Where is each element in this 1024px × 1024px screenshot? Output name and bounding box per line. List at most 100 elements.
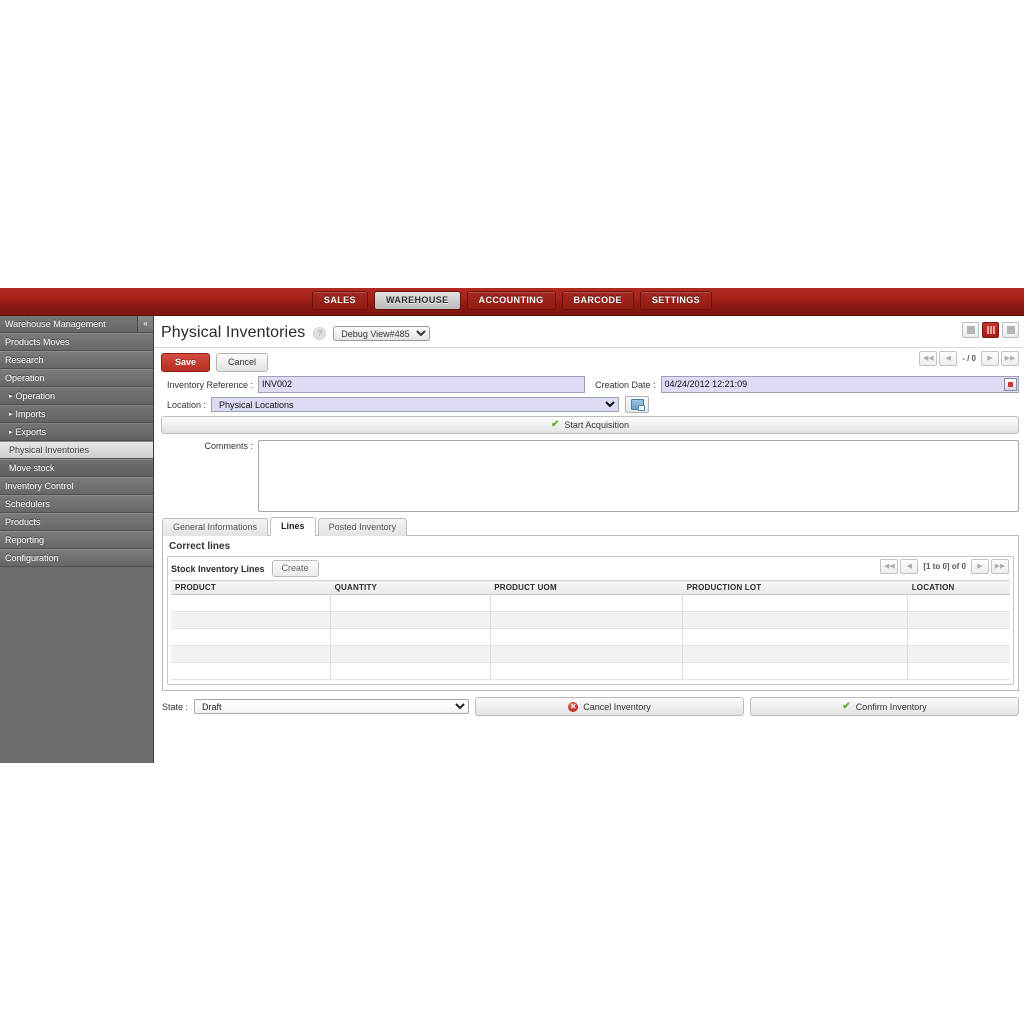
page-header: Physical Inventories ? Debug View#485 [154, 316, 1024, 348]
inventory-reference-input[interactable] [258, 376, 585, 393]
comments-textarea[interactable] [258, 440, 1019, 512]
cell-product-uom[interactable] [490, 629, 682, 646]
column-header-quantity[interactable]: QUANTITY [331, 581, 491, 595]
pager-last-button[interactable]: ▶▶ [1001, 351, 1019, 366]
cancel-inventory-label: Cancel Inventory [583, 702, 651, 712]
sidebar-item-products-moves[interactable]: Products Moves [0, 333, 153, 351]
sidebar-item-physical-inventories[interactable]: Physical Inventories [0, 441, 153, 459]
top-menu-item-sales[interactable]: SALES [312, 291, 368, 310]
cell-product-uom[interactable] [490, 646, 682, 663]
open-location-resource-button[interactable] [625, 396, 649, 413]
sidebar-item-operation-sub[interactable]: ▸Operation [0, 387, 153, 405]
cell-quantity[interactable] [331, 629, 491, 646]
cell-product[interactable] [171, 595, 331, 612]
cell-product[interactable] [171, 629, 331, 646]
main-content: Physical Inventories ? Debug View#485 Sa… [154, 316, 1024, 737]
cell-product[interactable] [171, 612, 331, 629]
column-header-production-lot[interactable]: PRODUCTION LOT [683, 581, 908, 595]
table-row[interactable] [171, 612, 1010, 629]
cancel-inventory-button[interactable]: ✕ Cancel Inventory [475, 697, 744, 716]
top-menu-item-warehouse[interactable]: WAREHOUSE [374, 291, 461, 310]
triangle-right-icon: ▸ [9, 429, 13, 436]
cell-product-uom[interactable] [490, 612, 682, 629]
lines-pager-last-button[interactable]: ▶▶ [991, 559, 1009, 574]
cell-location[interactable] [908, 595, 1010, 612]
kanban-view-button[interactable] [1002, 322, 1019, 338]
sidebar-item-operation[interactable]: Operation [0, 369, 153, 387]
cell-production-lot[interactable] [683, 646, 908, 663]
body-container: Warehouse Management « Products Moves Re… [0, 316, 1024, 737]
cancel-button[interactable]: Cancel [216, 353, 268, 372]
column-header-product-uom[interactable]: PRODUCT UOM [490, 581, 682, 595]
table-row[interactable] [171, 629, 1010, 646]
cell-product[interactable] [171, 646, 331, 663]
location-label: Location : [161, 400, 211, 410]
lines-pager-next-button[interactable]: ▶ [971, 559, 989, 574]
tab-posted-inventory[interactable]: Posted Inventory [318, 518, 408, 536]
sidebar-header: Warehouse Management « [0, 316, 153, 333]
sidebar-item-imports[interactable]: ▸Imports [0, 405, 153, 423]
sidebar-item-reporting[interactable]: Reporting [0, 531, 153, 549]
state-select[interactable]: Draft [194, 699, 469, 714]
location-select[interactable]: Physical Locations [211, 397, 619, 412]
sidebar-item-products[interactable]: Products [0, 513, 153, 531]
sidebar-header-label: Warehouse Management [0, 316, 138, 332]
cell-production-lot[interactable] [683, 612, 908, 629]
sidebar-item-exports[interactable]: ▸Exports [0, 423, 153, 441]
calendar-glyph [1008, 382, 1013, 387]
lines-pager: ◀◀ ◀ [1 to 0] of 0 ▶ ▶▶ [880, 559, 1009, 574]
sidebar-item-research[interactable]: Research [0, 351, 153, 369]
lines-pager-prev-button[interactable]: ◀ [900, 559, 918, 574]
table-row[interactable] [171, 646, 1010, 663]
top-menu-item-barcode[interactable]: BARCODE [562, 291, 634, 310]
cell-product[interactable] [171, 663, 331, 680]
save-button[interactable]: Save [161, 353, 210, 372]
table-row[interactable] [171, 595, 1010, 612]
tab-general-informations[interactable]: General Informations [162, 518, 268, 536]
pager-next-button[interactable]: ▶ [981, 351, 999, 366]
create-line-button[interactable]: Create [272, 560, 319, 577]
cell-location[interactable] [908, 663, 1010, 680]
table-row[interactable] [171, 663, 1010, 680]
stock-inventory-lines-header: Stock Inventory Lines Create ◀◀ ◀ [1 to … [171, 560, 1010, 580]
cell-quantity[interactable] [331, 646, 491, 663]
start-acquisition-button[interactable]: ✔ Start Acquisition [161, 416, 1019, 434]
column-header-product[interactable]: PRODUCT [171, 581, 331, 595]
tab-lines[interactable]: Lines [270, 517, 316, 536]
lines-pager-label: [1 to 0] of 0 [920, 562, 969, 571]
list-view-button[interactable] [962, 322, 979, 338]
cell-product-uom[interactable] [490, 595, 682, 612]
cell-location[interactable] [908, 629, 1010, 646]
sidebar-item-move-stock[interactable]: Move stock [0, 459, 153, 477]
list-view-icon [967, 326, 975, 334]
table-header-row: PRODUCT QUANTITY PRODUCT UOM PRODUCTION … [171, 581, 1010, 595]
form-view-button[interactable] [982, 322, 999, 338]
pager-prev-button[interactable]: ◀ [939, 351, 957, 366]
lines-pager-first-button[interactable]: ◀◀ [880, 559, 898, 574]
cell-production-lot[interactable] [683, 595, 908, 612]
cell-production-lot[interactable] [683, 663, 908, 680]
cell-quantity[interactable] [331, 612, 491, 629]
sidebar-collapse-icon[interactable]: « [138, 316, 153, 332]
check-icon: ✔ [842, 702, 850, 712]
sidebar-item-configuration[interactable]: Configuration [0, 549, 153, 567]
top-menu-item-accounting[interactable]: ACCOUNTING [467, 291, 556, 310]
cell-location[interactable] [908, 646, 1010, 663]
cell-location[interactable] [908, 612, 1010, 629]
calendar-icon[interactable] [1004, 378, 1017, 391]
cell-quantity[interactable] [331, 663, 491, 680]
debug-view-select[interactable]: Debug View#485 [333, 326, 430, 341]
cell-product-uom[interactable] [490, 663, 682, 680]
column-header-location[interactable]: LOCATION [908, 581, 1010, 595]
sidebar-item-schedulers[interactable]: Schedulers [0, 495, 153, 513]
table-body [171, 595, 1010, 680]
pager-first-button[interactable]: ◀◀ [919, 351, 937, 366]
cell-quantity[interactable] [331, 595, 491, 612]
help-icon[interactable]: ? [313, 327, 326, 340]
sidebar-item-label: Imports [16, 409, 46, 419]
cell-production-lot[interactable] [683, 629, 908, 646]
top-menu-item-settings[interactable]: SETTINGS [640, 291, 712, 310]
creation-date-input[interactable]: 04/24/2012 12:21:09 [661, 376, 1019, 393]
confirm-inventory-button[interactable]: ✔ Confirm Inventory [750, 697, 1019, 716]
sidebar-item-inventory-control[interactable]: Inventory Control [0, 477, 153, 495]
